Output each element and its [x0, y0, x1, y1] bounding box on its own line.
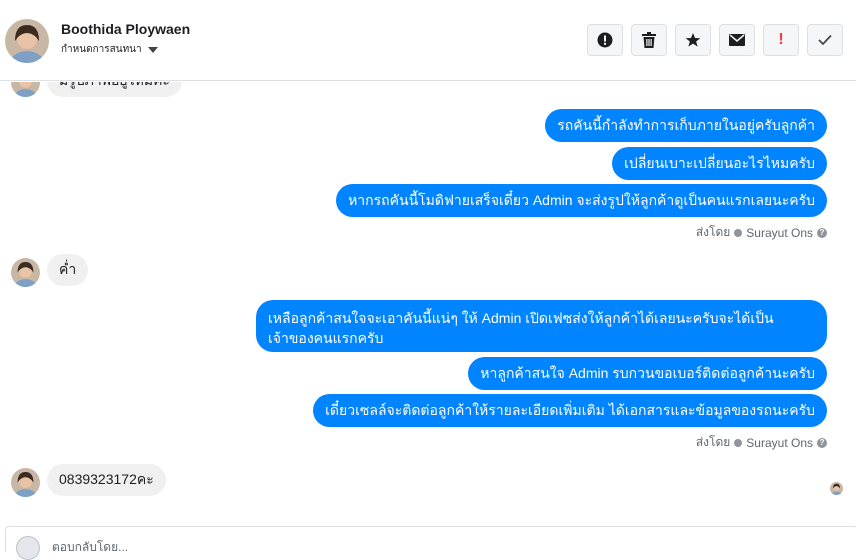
contact-avatar[interactable]: [5, 19, 49, 63]
star-button[interactable]: [675, 24, 711, 56]
message-text: เดี๋ยวเซลล์จะติดต่อลูกค้าให้รายละเอียดเพ…: [325, 401, 815, 418]
page-avatar: [16, 536, 40, 560]
exclamation-icon: !: [778, 31, 784, 48]
trash-icon: [642, 32, 656, 48]
message-text: หาลูกค้าสนใจ Admin รบกวนขอเบอร์ติดต่อลูก…: [480, 364, 815, 381]
incoming-message[interactable]: 0839323172คะ: [47, 464, 166, 496]
contact-message-avatar: [11, 468, 40, 497]
chevron-down-icon: [147, 46, 158, 53]
outgoing-message[interactable]: หาลูกค้าสนใจ Admin รบกวนขอเบอร์ติดต่อลูก…: [468, 357, 827, 390]
report-button[interactable]: [587, 24, 623, 56]
mark-done-button[interactable]: [807, 24, 843, 56]
sent-by-label: ส่งโดย: [695, 435, 731, 449]
reply-input[interactable]: ตอบกลับโดย...: [52, 538, 128, 557]
sender-name[interactable]: Surayut Ons: [746, 436, 813, 450]
delete-button[interactable]: [631, 24, 667, 56]
reply-composer[interactable]: ตอบกลับโดย...: [5, 526, 856, 560]
alert-circle-icon: [597, 32, 613, 48]
conversation-header: Boothida Ploywaen กำหนดการสนทนา !: [0, 0, 856, 81]
star-icon: [685, 33, 701, 47]
message-text: เปลี่ยนเบาะเปลี่ยนอะไรไหมครับ: [624, 154, 815, 171]
seen-indicator-avatar: [830, 482, 843, 495]
contact-message-avatar: [11, 258, 40, 287]
message-text: รถคันนี้กำลังทำการเก็บภายในอยู่ครับลูกค้…: [557, 116, 815, 133]
help-icon[interactable]: ?: [817, 227, 827, 238]
mark-unread-button[interactable]: [719, 24, 755, 56]
message-text: เหลือลูกค้าสนใจจะเอาคันนี้แน่ๆ ให้ Admin…: [268, 310, 774, 346]
outgoing-message[interactable]: เดี๋ยวเซลล์จะติดต่อลูกค้าให้รายละเอียดเพ…: [313, 394, 827, 427]
header-actions: !: [587, 24, 843, 56]
help-icon[interactable]: ?: [817, 437, 827, 448]
mail-icon: [729, 34, 745, 46]
page-icon: [734, 228, 743, 237]
contact-message-avatar: [11, 82, 40, 97]
outgoing-message[interactable]: รถคันนี้กำลังทำการเก็บภายในอยู่ครับลูกค้…: [545, 109, 827, 142]
sender-name[interactable]: Surayut Ons: [746, 226, 813, 240]
message-text: ค่ำ: [59, 261, 77, 277]
message-text: หากรถคันนี้โมดิฟายเสร็จเดี๋ยว Admin จะส่…: [348, 191, 815, 208]
message-text: มีรูปภาพอยู่ไหมคะ: [59, 82, 170, 92]
sent-by-label: ส่งโดย: [695, 225, 731, 239]
check-icon: [818, 34, 832, 46]
message-text: 0839323172คะ: [59, 471, 154, 487]
spam-button[interactable]: !: [763, 24, 799, 56]
page-icon: [734, 438, 743, 447]
outgoing-message[interactable]: หากรถคันนี้โมดิฟายเสร็จเดี๋ยว Admin จะส่…: [336, 184, 827, 217]
message-thread[interactable]: มีรูปภาพอยู่ไหมคะ รถคันนี้กำลังทำการเก็บ…: [0, 82, 856, 522]
contact-name[interactable]: Boothida Ploywaen: [61, 21, 190, 37]
outgoing-message[interactable]: เปลี่ยนเบาะเปลี่ยนอะไรไหมครับ: [612, 147, 827, 180]
incoming-message[interactable]: มีรูปภาพอยู่ไหมคะ: [47, 82, 182, 97]
incoming-message[interactable]: ค่ำ: [47, 254, 89, 286]
conversation-settings-label: กำหนดการสนทนา: [61, 44, 142, 55]
sent-by-info: ส่งโดย Surayut Ons ?: [696, 223, 827, 242]
sent-by-info: ส่งโดย Surayut Ons ?: [696, 433, 827, 452]
conversation-settings-dropdown[interactable]: กำหนดการสนทนา: [61, 42, 158, 57]
outgoing-message[interactable]: เหลือลูกค้าสนใจจะเอาคันนี้แน่ๆ ให้ Admin…: [256, 300, 827, 352]
